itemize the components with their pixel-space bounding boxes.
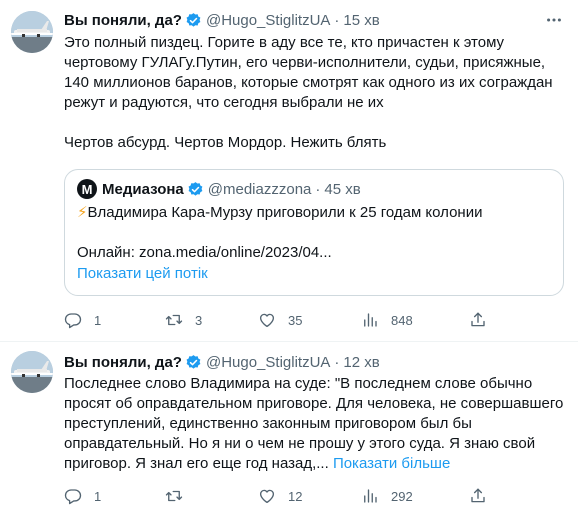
author-handle[interactable]: @Hugo_StiglitzUA: [206, 354, 330, 371]
quoted-headline: Владимира Кара-Мурзу приговорили к 25 го…: [87, 204, 483, 221]
reply-button[interactable]: 1: [64, 486, 101, 506]
tweet-text-line: Это полный пиздец. Горите в аду все те, …: [64, 34, 505, 51]
retweet-icon: [165, 490, 183, 502]
like-icon: [259, 313, 275, 328]
quoted-tweet-text: ⚡Владимира Кара-Мурзу приговорили к 25 г…: [77, 203, 482, 263]
views-count: 292: [391, 488, 413, 504]
quoted-tweet-header: M Медиазона @mediazzzona · 45 хв: [77, 179, 361, 199]
tweet-text: Это полный пиздец. Горите в аду все те, …: [64, 33, 564, 153]
like-button[interactable]: 12: [258, 486, 302, 506]
tweet-actions: 1 3 35 848: [64, 310, 524, 330]
verified-badge-icon: [188, 181, 203, 196]
avatar[interactable]: [11, 11, 53, 53]
share-icon: [471, 488, 485, 503]
views-icon: [364, 489, 377, 503]
author-handle[interactable]: @Hugo_StiglitzUA: [206, 12, 330, 29]
tweet-text-line: оправдательный. Но я ни о чем не прошу у…: [64, 435, 536, 452]
tweet-header: Вы поняли, да? @Hugo_StiglitzUA · 12 хв: [64, 352, 380, 372]
reply-button[interactable]: 1: [64, 310, 101, 330]
quoted-timestamp: 45 хв: [324, 180, 361, 198]
quoted-author-name[interactable]: Медиазона: [102, 181, 184, 198]
airplane-avatar-icon: [11, 351, 53, 393]
tweet-header: Вы поняли, да? @Hugo_StiglitzUA · 15 хв: [64, 10, 380, 30]
tweet[interactable]: Вы поняли, да? @Hugo_StiglitzUA · 12 хв …: [0, 342, 578, 521]
airplane-avatar-icon: [11, 11, 53, 53]
tweet-text-line: Последнее слово Владимира на суде: "В по…: [64, 375, 533, 392]
retweet-count: 3: [195, 312, 203, 328]
timestamp[interactable]: 15 хв: [343, 12, 379, 29]
tweet-text-line: просят об оправдательном приговоре. Для …: [64, 395, 564, 412]
verified-badge-icon: [186, 354, 201, 369]
show-thread-link[interactable]: Показати цей потік: [77, 265, 208, 282]
retweet-button[interactable]: [165, 486, 195, 506]
tweet-text-line: Чертов абсурд. Чертов Мордор. Нежить бля…: [64, 134, 387, 151]
views-icon: [364, 313, 377, 327]
share-button[interactable]: [469, 486, 487, 506]
lightning-icon: ⚡: [77, 204, 88, 221]
reply-count: 1: [94, 488, 102, 504]
author-name[interactable]: Вы поняли, да?: [64, 354, 182, 371]
views-button[interactable]: 848: [361, 310, 413, 330]
views-count: 848: [391, 312, 413, 328]
tweet-text-line: преступлений, единственно законным приго…: [64, 415, 472, 432]
share-icon: [471, 312, 485, 327]
tweet[interactable]: Вы поняли, да? @Hugo_StiglitzUA · 15 хв …: [0, 0, 578, 341]
like-button[interactable]: 35: [258, 310, 302, 330]
reply-count: 1: [94, 312, 102, 328]
views-button[interactable]: 292: [361, 486, 413, 506]
tweet-text-line: приговор. Я знал его еще год назад,... П…: [64, 454, 564, 474]
quoted-tweet[interactable]: M Медиазона @mediazzzona · 45 хв ⚡Владим…: [64, 169, 564, 296]
like-count: 35: [288, 312, 303, 328]
reply-icon: [64, 489, 82, 505]
mediazona-logo: M: [77, 179, 97, 199]
separator-dot: ·: [334, 11, 340, 29]
like-icon: [259, 489, 275, 504]
separator-dot: ·: [315, 180, 321, 198]
tweet-text: Последнее слово Владимира на суде: "В по…: [64, 374, 564, 474]
verified-badge-icon: [186, 12, 201, 27]
show-more-link[interactable]: Показати більше: [333, 455, 450, 472]
timestamp[interactable]: 12 хв: [343, 354, 379, 371]
more-icon[interactable]: [544, 10, 564, 30]
author-name[interactable]: Вы поняли, да?: [64, 12, 182, 29]
separator-dot: ·: [334, 353, 340, 371]
tweet-text-line: 140 миллионов баранов, которые смотрят к…: [64, 74, 553, 91]
retweet-icon: [165, 314, 183, 326]
reply-icon: [64, 313, 82, 329]
tweet-text-line: чертовому ГУЛАГу.Путин, его черви-исполн…: [64, 54, 546, 71]
quoted-text-line: Онлайн: zona.media/online/2023/04...: [77, 244, 332, 261]
tweet-actions: 1 12 292: [64, 486, 524, 506]
quoted-author-handle: @mediazzzona: [207, 180, 312, 198]
tweet-text-line: режут и радуются, что сегодня выбрали не…: [64, 94, 384, 111]
quoted-text-line: ⚡Владимира Кара-Мурзу приговорили к 25 г…: [77, 203, 482, 223]
avatar[interactable]: [11, 351, 53, 393]
tweet-text-truncated: приговор. Я знал его еще год назад,...: [64, 455, 329, 472]
share-button[interactable]: [469, 310, 487, 330]
like-count: 12: [288, 488, 303, 504]
retweet-button[interactable]: 3: [165, 310, 202, 330]
